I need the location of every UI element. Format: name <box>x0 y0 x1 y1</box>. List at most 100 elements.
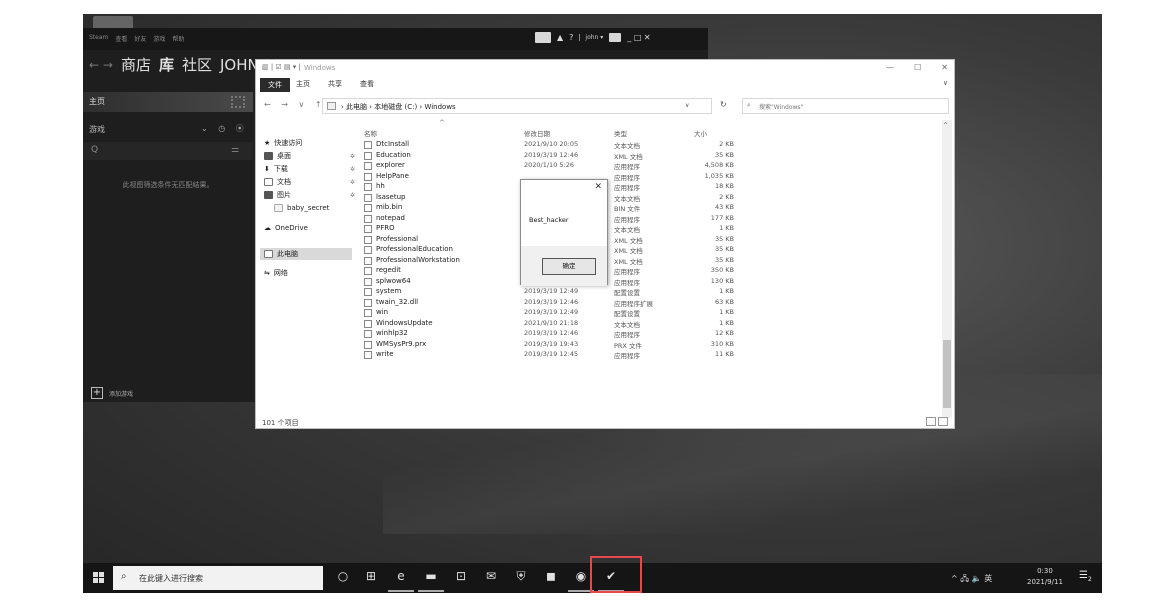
taskbar-search-placeholder: 在此键入进行搜索 <box>139 574 203 583</box>
steam-window-controls[interactable]: _ □ ✕ <box>627 33 650 42</box>
column-size[interactable]: 大小 <box>694 128 707 138</box>
windows-start-icon[interactable] <box>93 572 105 584</box>
file-date: 2021/9/10 21:18 <box>524 318 579 327</box>
file-name: notepad <box>376 213 405 222</box>
task-view-icon[interactable]: ⊞ <box>361 569 381 583</box>
file-name: Professional <box>376 234 419 243</box>
nav-quick-access[interactable]: ★ 快速访问 <box>264 138 302 148</box>
message-text: Best_hacker <box>529 216 569 224</box>
mail-icon[interactable]: ✉ <box>481 569 501 583</box>
ribbon-tabs: 文件 主页 共享 查看 ∨ <box>256 78 954 92</box>
nav-baby-secret[interactable]: baby_secret <box>274 204 329 212</box>
file-icon <box>364 256 372 265</box>
taskbar-search[interactable]: ⌕ 在此键入进行搜索 <box>113 566 323 590</box>
system-tray[interactable]: ^ 🖧 🔈 英 <box>951 573 992 587</box>
large-icons-view-icon[interactable] <box>938 417 948 426</box>
nav-profile[interactable]: JOHN <box>220 56 259 74</box>
nav-pictures[interactable]: 图片 ✲ <box>264 190 355 200</box>
games-filter-controls[interactable]: ⌄ ◷ ⦿ <box>201 123 248 134</box>
grid-view-icon[interactable] <box>231 96 245 108</box>
file-name: hh <box>376 182 385 190</box>
column-date[interactable]: 修改日期 <box>524 128 550 138</box>
window-controls: — ☐ ✕ <box>886 63 948 72</box>
search-input[interactable]: ⌕ 搜索"Windows" <box>742 98 949 114</box>
filter-icon[interactable]: ⚌ <box>231 145 239 155</box>
store-icon[interactable]: ⊡ <box>451 569 471 583</box>
nav-community[interactable]: 社区 <box>182 54 212 75</box>
nav-this-pc[interactable]: 此电脑 <box>264 249 298 259</box>
steam-menu-view[interactable]: 查看 <box>115 34 127 43</box>
table-row[interactable]: win 2019/3/19 12:49 配置设置 1 KB <box>364 308 744 318</box>
file-date: 2019/3/19 12:46 <box>524 150 579 159</box>
maximize-button[interactable]: ☐ <box>914 63 921 72</box>
help-icon[interactable]: ? <box>569 33 573 42</box>
document-icon <box>264 178 273 186</box>
clock[interactable]: 0:30 2021/9/11 <box>1027 566 1063 588</box>
games-filter-row[interactable]: 游戏 ⌄ ◷ ⦿ <box>83 120 253 138</box>
tab-share[interactable]: 共享 <box>328 79 342 89</box>
picture-icon <box>264 191 273 199</box>
address-dropdown-icon[interactable]: ∨ <box>685 102 689 109</box>
close-button[interactable]: ✕ <box>941 63 948 72</box>
steam-menu-friends[interactable]: 好友 <box>134 34 146 43</box>
file-explorer-icon[interactable]: ▬ <box>421 569 441 583</box>
file-type: 应用程序 <box>614 268 640 276</box>
nav-desktop[interactable]: 桌面 ✲ <box>264 151 355 161</box>
quick-access-toolbar[interactable]: ▥ | ☑ ▤ ▾ | <box>262 63 301 71</box>
library-search[interactable]: Q ⚌ <box>83 142 253 160</box>
file-icon <box>364 267 372 275</box>
nav-downloads[interactable]: ⬇ 下载 ✲ <box>264 164 355 174</box>
add-game-button[interactable]: + 添加游戏 <box>91 387 133 399</box>
refresh-icon[interactable]: ↻ <box>720 100 727 109</box>
nav-documents[interactable]: 文档 ✲ <box>264 177 355 187</box>
nav-arrows[interactable]: ← → <box>89 58 113 72</box>
nav-library[interactable]: 库 <box>159 54 174 75</box>
scroll-up-icon[interactable]: ^ <box>943 122 948 129</box>
security-icon[interactable]: ⛨ <box>511 569 531 584</box>
nav-network[interactable]: ⇋ 网络 <box>264 268 288 278</box>
column-name[interactable]: 名称 <box>364 128 377 138</box>
announcement-icon[interactable] <box>535 32 551 43</box>
nav-buttons[interactable]: ← → ∨ ↑ <box>264 100 326 109</box>
table-row[interactable]: WMSysPr9.prx 2019/3/19 19:43 PRX 文件 310 KB <box>364 340 744 350</box>
minimize-button[interactable]: — <box>886 63 894 72</box>
cortana-icon[interactable]: ○ <box>333 569 353 583</box>
table-row[interactable]: DtcInstall 2021/9/10 20:05 文本文档 2 KB <box>364 140 744 150</box>
breadcrumb[interactable]: › 此电脑 › 本地磁盘 (C:) › Windows <box>341 102 456 112</box>
nav-store[interactable]: 商店 <box>121 54 151 75</box>
table-row[interactable]: WindowsUpdate 2021/9/10 21:18 文本文档 1 KB <box>364 319 744 329</box>
user-menu[interactable]: john ▾ <box>579 34 603 41</box>
table-row[interactable]: winhlp32 2019/3/19 12:46 应用程序 12 KB <box>364 329 744 339</box>
table-row[interactable]: explorer 2020/1/10 5:26 应用程序 4,508 KB <box>364 161 744 171</box>
address-bar[interactable]: › 此电脑 › 本地磁盘 (C:) › Windows ∨ <box>322 98 712 114</box>
file-date: 2021/9/10 20:05 <box>524 140 579 148</box>
tab-view[interactable]: 查看 <box>360 79 374 89</box>
column-type[interactable]: 类型 <box>614 128 627 138</box>
download-icon: ⬇ <box>264 165 270 173</box>
notification-bell-icon[interactable]: ▲ <box>557 33 563 42</box>
steam-icon[interactable]: ◉ <box>571 569 591 583</box>
nav-onedrive[interactable]: ☁ OneDrive <box>264 224 308 232</box>
table-row[interactable]: Education 2019/3/19 12:46 XML 文档 35 KB <box>364 151 744 161</box>
details-view-icon[interactable] <box>926 417 936 426</box>
steam-menu-help[interactable]: 帮助 <box>172 34 184 43</box>
tab-home[interactable]: 主页 <box>296 79 310 89</box>
table-row[interactable]: write 2019/3/19 12:45 应用程序 11 KB <box>364 350 744 360</box>
file-size: 2 KB <box>719 192 734 201</box>
close-icon[interactable]: ✕ <box>594 182 602 192</box>
scrollbar-thumb[interactable] <box>943 340 951 408</box>
tab-file[interactable]: 文件 <box>260 78 290 92</box>
table-row[interactable]: system 2019/3/19 12:49 配置设置 1 KB <box>364 287 744 297</box>
file-type: 文本文档 <box>614 320 640 329</box>
steam-menu-steam[interactable]: Steam <box>89 34 108 43</box>
ribbon-expand-icon[interactable]: ∨ <box>943 79 948 87</box>
notification-center[interactable]: ☰2 <box>1079 570 1093 584</box>
library-home[interactable]: 主页 <box>83 92 253 112</box>
big-picture-icon[interactable] <box>609 33 622 42</box>
vertical-scrollbar[interactable]: ^ <box>942 120 952 418</box>
steam-menu-games[interactable]: 游戏 <box>153 34 165 43</box>
edge-icon[interactable]: e <box>391 569 411 583</box>
media-icon[interactable]: ◼ <box>541 569 561 583</box>
table-row[interactable]: twain_32.dll 2019/3/19 12:46 应用程序扩展 63 KB <box>364 298 744 308</box>
ok-button[interactable]: 确定 <box>542 258 596 275</box>
